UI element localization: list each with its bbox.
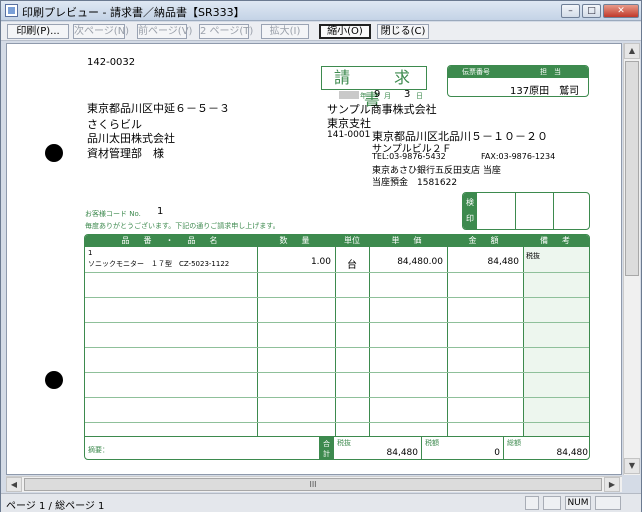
- zoom-in-button[interactable]: 拡大(I): [261, 24, 309, 39]
- tax-label: 税額: [425, 439, 439, 447]
- scroll-left-arrow-icon[interactable]: ◀: [6, 477, 22, 492]
- greeting-text: 毎度ありがとうございます。下記の通りご請求申し上げます。: [85, 222, 280, 230]
- sender-tel: TEL:03-9876-5432: [372, 152, 446, 161]
- grand-total-value: 84,480: [556, 448, 589, 458]
- close-window-button[interactable]: ✕: [603, 4, 639, 18]
- recipient-company: 品川太田株式会社: [87, 132, 175, 145]
- subtotal-cell: 税抜 84,480: [333, 437, 421, 459]
- horizontal-scrollbar[interactable]: ◀ III ▶: [6, 476, 622, 492]
- title-bar[interactable]: 印刷プレビュー - 請求書／納品書【SR333】 – □ ✕: [1, 1, 641, 21]
- memo-label: 摘要：: [88, 446, 109, 454]
- status-panel: [595, 496, 621, 510]
- tax-value: 0: [494, 448, 500, 458]
- app-icon: [5, 4, 18, 17]
- day-suffix: 日: [416, 92, 423, 100]
- slip-number-label: 伝票番号: [462, 68, 490, 76]
- recipient-zip: 142-0032: [87, 57, 136, 68]
- row-note: 税抜: [526, 252, 540, 260]
- horizontal-scroll-thumb[interactable]: III: [24, 478, 602, 491]
- sender-account: 当座預金 1581622: [372, 178, 458, 188]
- scroll-down-arrow-icon[interactable]: ▼: [624, 458, 640, 474]
- row-unit: 台: [347, 260, 357, 271]
- two-page-button[interactable]: 2 ページ(T): [199, 24, 253, 39]
- customer-number-value: 1: [157, 206, 164, 217]
- recipient-address: 東京都品川区中延６－５－３: [87, 102, 230, 115]
- column-header: 備 考: [540, 236, 573, 245]
- seal-label: 検印: [463, 193, 477, 229]
- minimize-button[interactable]: –: [561, 4, 580, 18]
- month-suffix: 月: [384, 92, 391, 100]
- column-header: 単位: [344, 236, 360, 245]
- status-panel: [525, 496, 539, 510]
- scroll-up-arrow-icon[interactable]: ▲: [624, 43, 640, 59]
- row-line-number: 1: [88, 249, 93, 257]
- punch-hole: [45, 144, 63, 162]
- window-title: 印刷プレビュー - 請求書／納品書【SR333】: [22, 6, 245, 19]
- total-label: 合計: [319, 437, 333, 459]
- row-unit-price: 84,480.00: [397, 257, 443, 267]
- year-redacted: [339, 91, 359, 99]
- invoice-title: 請 求 書: [321, 66, 440, 109]
- sender-zip: 141-0001: [327, 130, 371, 140]
- sender-fax: FAX:03-9876-1234: [481, 152, 556, 161]
- column-header: 数 量: [279, 236, 313, 245]
- year-suffix: 年: [360, 92, 367, 100]
- column-header: 単 価: [391, 236, 425, 245]
- subtotal-value: 84,480: [386, 448, 419, 458]
- row-item-name: ソニックモニター １７型 CZ-5023-1122: [88, 260, 230, 268]
- invoice-month: 9: [374, 89, 381, 100]
- invoice-day: 3: [404, 89, 411, 100]
- page-indicator: ページ 1 / 総ページ 1: [6, 501, 105, 512]
- inspection-seal-box: 検印: [462, 192, 590, 230]
- sender-branch: 東京支社: [327, 117, 371, 130]
- punch-hole: [45, 371, 63, 389]
- preview-area[interactable]: 142-0032 東京都品川区中延６－５－３ さくらビル 品川太田株式会社 資材…: [6, 43, 622, 475]
- vertical-scrollbar[interactable]: ▲ ▼: [623, 43, 640, 475]
- num-lock-indicator: NUM: [565, 496, 591, 510]
- maximize-button[interactable]: □: [582, 4, 601, 18]
- staff-label: 担 当: [540, 68, 561, 76]
- subtotal-label: 税抜: [337, 439, 351, 447]
- close-button[interactable]: 閉じる(C): [377, 24, 429, 39]
- customer-number-label: お客様コード No.: [85, 210, 141, 218]
- scroll-right-arrow-icon[interactable]: ▶: [604, 477, 620, 492]
- grand-total-label: 総額: [507, 439, 521, 447]
- prev-page-button[interactable]: 前ページ(V): [137, 24, 192, 39]
- vertical-scroll-thumb[interactable]: [625, 61, 639, 276]
- recipient-department: 資材管理部 様: [87, 147, 164, 160]
- row-amount: 84,480: [487, 257, 520, 267]
- column-header: 金 額: [468, 236, 502, 245]
- status-bar: ページ 1 / 総ページ 1 NUM: [1, 493, 641, 512]
- table-footer: 摘要： 合計 税抜 84,480 税額 0 総額 84,480: [85, 436, 589, 459]
- table-header: 品 番 ・ 品 名 数 量 単位 単 価 金 額 備 考: [85, 235, 589, 247]
- next-page-button[interactable]: 次ページ(N): [73, 24, 129, 39]
- status-panel: [543, 496, 561, 510]
- print-button[interactable]: 印刷(P)...: [7, 24, 69, 39]
- toolbar: 印刷(P)... 次ページ(N) 前ページ(V) 2 ページ(T) 拡大(I) …: [1, 22, 641, 41]
- column-header: 品 番 ・ 品 名: [121, 236, 221, 245]
- slip-number-box: 伝票番号 担 当 137原田 鷲司: [447, 65, 589, 97]
- tax-cell: 税額 0: [421, 437, 503, 459]
- slip-staff-value: 137原田 鷲司: [510, 86, 580, 97]
- line-items-table: 品 番 ・ 品 名 数 量 単位 単 価 金 額 備 考 1 ソニックモニター …: [84, 234, 590, 460]
- preview-window: 印刷プレビュー - 請求書／納品書【SR333】 – □ ✕ 印刷(P)... …: [0, 0, 642, 512]
- grand-total-cell: 総額 84,480: [503, 437, 589, 459]
- zoom-out-button[interactable]: 縮小(O): [319, 24, 371, 39]
- row-quantity: 1.00: [310, 257, 331, 267]
